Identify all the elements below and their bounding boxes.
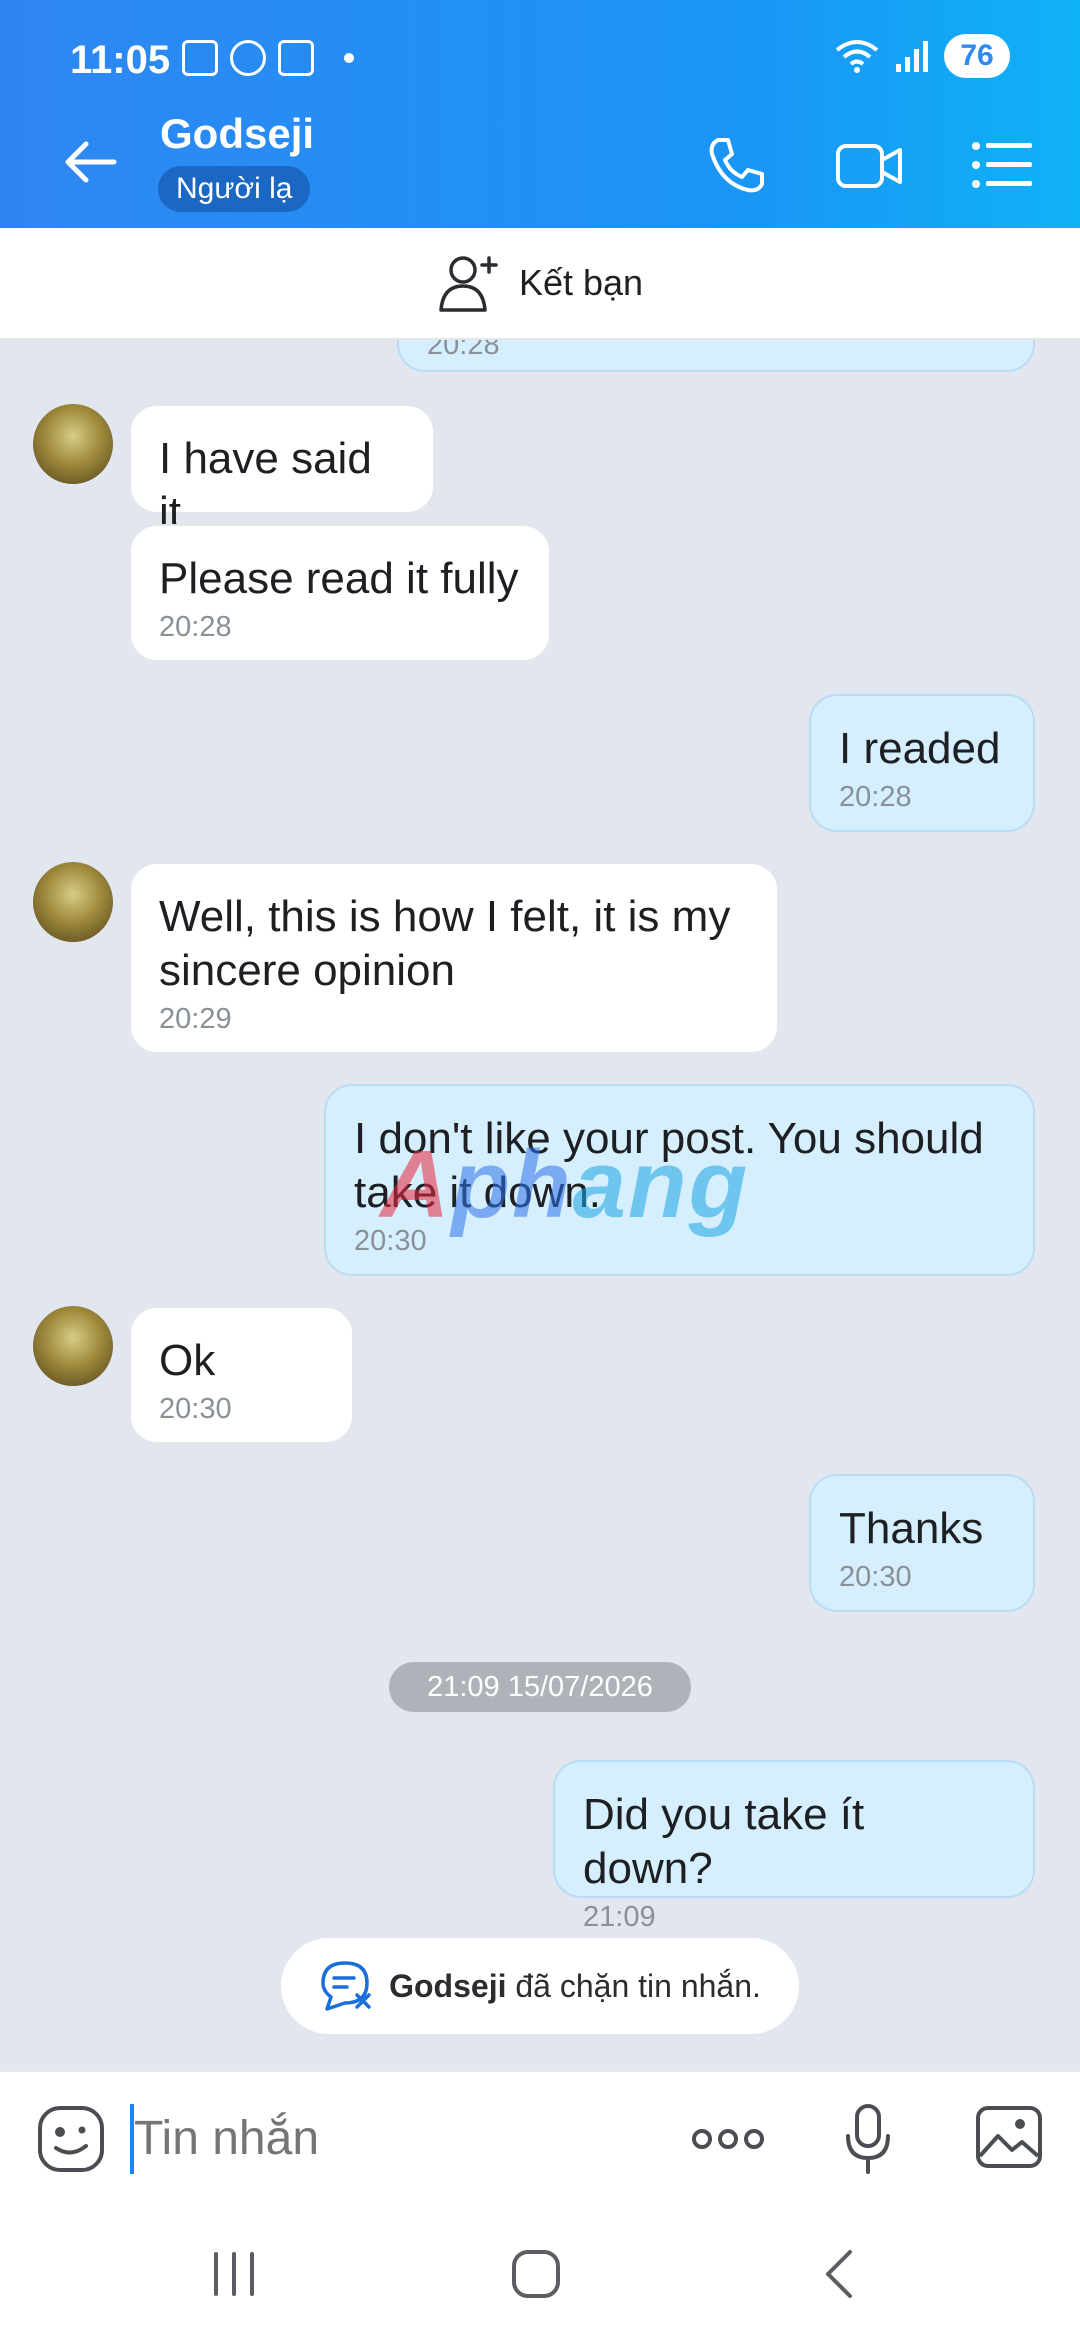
message-text: Please read it fully: [159, 554, 519, 603]
back-arrow-icon[interactable]: [58, 130, 122, 194]
phone-icon[interactable]: [700, 130, 770, 200]
message-text: Did you take ít down?: [583, 1790, 865, 1893]
message-time: 20:28: [839, 781, 912, 813]
message-text: Ok: [159, 1336, 216, 1385]
message-text: I readed: [839, 724, 1001, 773]
message-bubble-incoming[interactable]: Please read it fully 20:28: [129, 524, 551, 662]
message-bubble-outgoing[interactable]: 20:28: [397, 340, 1035, 372]
back-nav-icon[interactable]: [814, 2246, 870, 2302]
add-friend-button[interactable]: Kết bạn: [0, 228, 1080, 340]
status-time: 11:05: [70, 38, 171, 82]
calendar-icon: [182, 40, 218, 76]
message-time: 20:29: [159, 1003, 232, 1035]
status-notification-icons: [182, 40, 354, 76]
system-navigation-bar: [0, 2210, 1080, 2340]
more-icon[interactable]: [690, 2114, 766, 2164]
status-bar: 11:05 76: [0, 0, 1080, 118]
message-time: 20:28: [427, 340, 500, 361]
message-bubble-incoming[interactable]: Well, this is how I felt, it is my since…: [129, 862, 779, 1054]
microphone-icon[interactable]: [842, 2102, 894, 2178]
status-system-icons: 76: [834, 34, 1010, 78]
message-text: Well, this is how I felt, it is my since…: [159, 892, 731, 995]
more-notifications-dot: [344, 53, 354, 63]
blocked-notice-text: Godseji đã chặn tin nhắn.: [389, 1967, 761, 2004]
blocked-notice: Godseji đã chặn tin nhắn.: [281, 1938, 799, 2034]
message-list[interactable]: 20:28 I have said it Please read it full…: [0, 340, 1080, 2070]
message-bubble-outgoing[interactable]: Thanks 20:30: [809, 1474, 1035, 1612]
message-bubble-outgoing[interactable]: Did you take ít down? 21:09: [553, 1760, 1035, 1933]
message-text: Thanks: [839, 1504, 984, 1553]
message-bubble-outgoing[interactable]: I readed 20:28: [809, 694, 1035, 832]
watermark-logo: Aphang: [380, 1131, 750, 1238]
message-input[interactable]: [130, 2104, 630, 2174]
menu-list-icon[interactable]: [966, 130, 1036, 200]
message-composer: [0, 2070, 1080, 2210]
chat-header: 11:05 76 Godseji Người lạ: [0, 0, 1080, 228]
signal-icon: [896, 41, 928, 72]
add-person-icon: [439, 256, 498, 312]
message-time: 21:09: [583, 1901, 656, 1933]
blocked-chat-icon: [321, 1961, 371, 2011]
message-bubble-incoming[interactable]: Ok 20:30: [129, 1306, 354, 1444]
avatar[interactable]: [33, 862, 113, 942]
emoji-icon[interactable]: [36, 2104, 106, 2174]
add-friend-label: Kết bạn: [518, 262, 644, 303]
video-call-icon[interactable]: [834, 130, 904, 200]
battery-indicator: 76: [944, 34, 1010, 78]
message-time: 20:28: [159, 611, 232, 643]
wifi-icon: [835, 40, 879, 73]
contact-name[interactable]: Godseji: [160, 110, 314, 158]
stranger-badge: Người lạ: [158, 166, 311, 212]
message-time: 20:30: [159, 1393, 232, 1425]
recent-apps-icon[interactable]: [206, 2246, 262, 2302]
sim-icon: [230, 40, 266, 76]
image-icon[interactable]: [974, 2104, 1044, 2170]
screenshot-icon: [278, 40, 314, 76]
home-icon[interactable]: [508, 2246, 564, 2302]
date-divider: 21:09 15/07/2026: [389, 1662, 691, 1712]
message-bubble-incoming[interactable]: I have said it: [129, 404, 435, 537]
avatar[interactable]: [33, 404, 113, 484]
message-time: 20:30: [839, 1561, 912, 1593]
avatar[interactable]: [33, 1306, 113, 1386]
